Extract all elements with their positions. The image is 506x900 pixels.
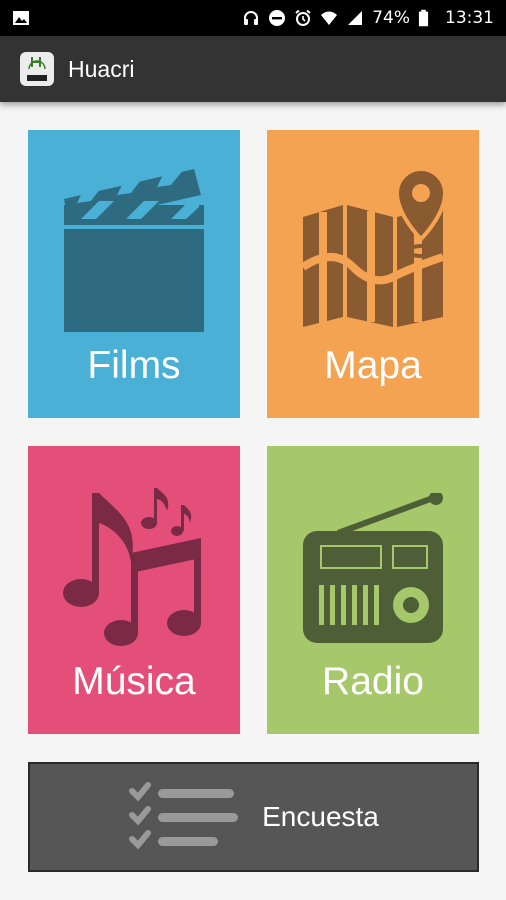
- status-bar: 74% 13:31: [0, 0, 506, 36]
- battery-percent: 74%: [372, 8, 410, 28]
- signal-icon: [348, 11, 363, 25]
- films-tile[interactable]: Films: [28, 130, 240, 418]
- clapperboard-icon: [64, 169, 204, 332]
- radio-icon: [303, 493, 443, 643]
- battery-icon: [418, 9, 429, 27]
- dnd-icon: [269, 10, 286, 26]
- map-icon: [300, 167, 448, 327]
- mapa-tile[interactable]: Mapa: [267, 130, 479, 418]
- radio-tile[interactable]: Radio: [267, 446, 479, 734]
- alarm-icon: [295, 9, 311, 26]
- app-logo-icon: [20, 52, 54, 86]
- films-label: Films: [87, 344, 181, 387]
- app-title: Huacri: [68, 55, 135, 82]
- checklist-icon: [129, 782, 239, 850]
- headphones-icon: [244, 11, 259, 25]
- mapa-label: Mapa: [324, 344, 422, 387]
- radio-label: Radio: [322, 660, 424, 703]
- musica-label: Música: [72, 660, 196, 703]
- music-notes-icon: [63, 488, 201, 646]
- encuesta-button[interactable]: Encuesta: [28, 762, 479, 872]
- image-icon: [13, 11, 29, 25]
- encuesta-label: Encuesta: [262, 801, 379, 832]
- musica-tile[interactable]: Música: [28, 446, 240, 734]
- app-bar: Huacri: [0, 36, 506, 102]
- wifi-icon: [321, 11, 338, 25]
- clock-time: 13:31: [445, 8, 494, 28]
